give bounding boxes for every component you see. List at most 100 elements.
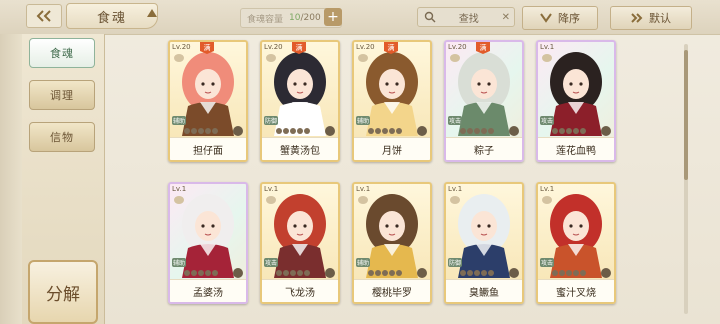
star-icon	[297, 270, 303, 276]
tab-conditioning[interactable]: 调理	[29, 80, 95, 110]
sort-button[interactable]: 降序	[522, 6, 598, 30]
star-rating	[460, 270, 494, 276]
star-icon	[375, 128, 381, 134]
role-badge: 辅助	[356, 258, 371, 267]
card-grid: Lv.20 满 辅助 担仔面 Lv.20 满 防御 蟹黄汤包 Lv.20 满 辅…	[168, 40, 678, 324]
level-label: Lv.1	[540, 185, 555, 193]
star-icon	[389, 270, 395, 276]
character-name: 飞龙汤	[262, 279, 338, 302]
star-icon	[573, 270, 579, 276]
lock-icon[interactable]	[417, 126, 427, 136]
star-icon	[467, 270, 473, 276]
level-label: Lv.1	[448, 185, 463, 193]
ornament-icon	[147, 9, 157, 17]
food-soul-card[interactable]: Lv.20 满 攻击 粽子	[444, 40, 524, 162]
clear-icon[interactable]: ✕	[502, 12, 510, 23]
character-name: 莲花血鸭	[538, 137, 614, 160]
star-icon	[481, 128, 487, 134]
tab-token[interactable]: 信物	[29, 122, 95, 152]
star-icon	[276, 270, 282, 276]
star-icon	[382, 270, 388, 276]
star-icon	[368, 128, 374, 134]
tab-food-soul[interactable]: 食魂	[29, 38, 95, 68]
lock-icon[interactable]	[509, 268, 519, 278]
lock-icon[interactable]	[233, 268, 243, 278]
lock-icon[interactable]	[233, 126, 243, 136]
lock-icon[interactable]	[325, 268, 335, 278]
scrollbar-thumb[interactable]	[684, 50, 688, 180]
food-soul-card[interactable]: Lv.20 满 辅助 担仔面	[168, 40, 248, 162]
star-rating	[552, 128, 586, 134]
star-icon	[396, 270, 402, 276]
back-arrow-icon	[36, 10, 51, 22]
character-name: 粽子	[446, 137, 522, 160]
star-icon	[382, 128, 388, 134]
role-badge: 防御	[264, 116, 279, 125]
back-button[interactable]	[26, 4, 62, 28]
level-label: Lv.20	[264, 43, 283, 51]
star-icon	[276, 128, 282, 134]
star-icon	[552, 128, 558, 134]
default-label: 默认	[649, 12, 671, 25]
food-soul-card[interactable]: Lv.20 满 辅助 月饼	[352, 40, 432, 162]
element-icon	[358, 196, 368, 204]
lock-icon[interactable]	[417, 268, 427, 278]
capacity-display: 食魂容量 10 /200 +	[240, 8, 342, 28]
star-icon	[573, 128, 579, 134]
search-label: 查找	[458, 13, 479, 25]
lock-icon[interactable]	[601, 268, 611, 278]
food-soul-card[interactable]: Lv.1 攻击 莲花血鸭	[536, 40, 616, 162]
star-icon	[396, 128, 402, 134]
character-name: 月饼	[354, 137, 430, 160]
element-icon	[450, 196, 460, 204]
role-badge: 攻击	[264, 258, 279, 267]
level-label: Lv.20	[356, 43, 375, 51]
lock-icon[interactable]	[601, 126, 611, 136]
star-icon	[474, 128, 480, 134]
decompose-button[interactable]: 分解	[28, 260, 98, 324]
star-rating	[368, 128, 402, 134]
star-icon	[552, 270, 558, 276]
star-icon	[191, 270, 197, 276]
star-icon	[460, 128, 466, 134]
star-icon	[488, 270, 494, 276]
character-name: 担仔面	[170, 137, 246, 160]
food-soul-card[interactable]: Lv.1 攻击 飞龙汤	[260, 182, 340, 304]
capacity-label: 食魂容量	[247, 14, 284, 25]
star-icon	[283, 270, 289, 276]
star-icon	[198, 128, 204, 134]
lock-icon[interactable]	[509, 126, 519, 136]
character-name: 蜜汁叉烧	[538, 279, 614, 302]
food-soul-card[interactable]: Lv.1 辅助 樱桃毕罗	[352, 182, 432, 304]
food-soul-card[interactable]: Lv.1 辅助 孟婆汤	[168, 182, 248, 304]
filter-default-button[interactable]: 默认	[610, 6, 692, 30]
star-icon	[304, 128, 310, 134]
star-icon	[290, 128, 296, 134]
level-label: Lv.1	[264, 185, 279, 193]
star-icon	[198, 270, 204, 276]
star-icon	[580, 270, 586, 276]
level-label: Lv.20	[448, 43, 467, 51]
star-icon	[566, 270, 572, 276]
food-soul-card[interactable]: Lv.1 防御 臭鳜鱼	[444, 182, 524, 304]
star-rating	[184, 270, 218, 276]
lock-icon[interactable]	[325, 126, 335, 136]
element-icon	[174, 196, 184, 204]
star-icon	[205, 270, 211, 276]
star-rating	[368, 270, 402, 276]
element-icon	[542, 196, 552, 204]
star-rating	[460, 128, 494, 134]
food-soul-card[interactable]: Lv.20 满 防御 蟹黄汤包	[260, 40, 340, 162]
star-icon	[566, 128, 572, 134]
capacity-max: /200	[300, 13, 321, 23]
food-soul-card[interactable]: Lv.1 攻击 蜜汁叉烧	[536, 182, 616, 304]
star-icon	[460, 270, 466, 276]
search-box[interactable]: 查找 ✕	[417, 7, 515, 27]
add-capacity-button[interactable]: +	[324, 8, 342, 26]
star-icon	[474, 270, 480, 276]
level-label: Lv.1	[356, 185, 371, 193]
star-icon	[297, 128, 303, 134]
star-rating	[552, 270, 586, 276]
star-icon	[184, 128, 190, 134]
star-icon	[212, 270, 218, 276]
